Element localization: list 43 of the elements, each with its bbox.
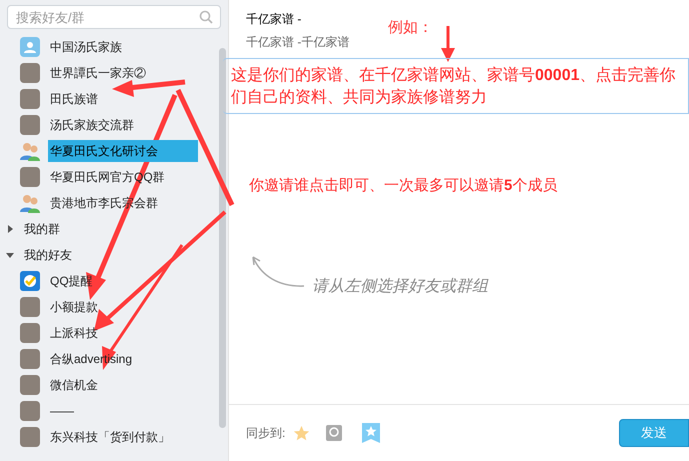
avatar-photo-placeholder [20,374,40,394]
contact-item[interactable]: 汤氏家族交流群 [48,114,136,136]
avatar-photo-placeholder [20,88,40,108]
contact-item[interactable]: 中国汤氏家族 [48,36,124,58]
avatar-photo-placeholder [20,322,40,342]
group-avatar-icon [20,36,40,56]
avatar-photo-placeholder [20,426,40,446]
empty-hint: 请从左侧选择好友或群组 [312,275,488,297]
search-icon [199,10,213,24]
star-icon[interactable] [293,424,310,442]
annotation-label: 例如： [388,18,433,38]
contact-item[interactable]: 田氏族谱 [48,88,100,110]
avatar-photo-placeholder [20,400,40,420]
expand-arrow-icon[interactable] [6,224,14,232]
contact-item[interactable]: 华夏田氏文化研讨会 [48,140,198,162]
people-icon [20,192,40,212]
annotation-text: 这是你们的家谱、在千亿家谱网站、家谱号00001、点击完善你们自己的资料、共同为家族修谱努力 [231,65,676,108]
people-icon [20,140,40,160]
avatar-photo-placeholder [20,62,40,82]
section-header[interactable]: 我的好友 [24,246,72,264]
share-title: 千亿家谱 - [246,11,302,28]
contact-item[interactable]: 东兴科技「货到付款」 [48,426,172,448]
camera-app-icon[interactable] [326,425,342,441]
message-input[interactable]: 这是你们的家谱、在千亿家谱网站、家谱号00001、点击完善你们自己的资料、共同为家族修谱努力 [223,58,689,114]
avatar-photo-placeholder [20,296,40,316]
scrollbar[interactable] [219,48,226,428]
sync-label: 同步到: [246,425,286,442]
bookmark-star-icon[interactable] [362,423,380,443]
search-field[interactable]: 搜索好友/群 [7,5,221,29]
check-badge-icon [20,270,40,290]
contact-item[interactable]: 小额提款 [48,296,100,318]
collapse-arrow-icon[interactable] [6,250,14,258]
avatar-photo-placeholder [20,348,40,368]
section-header[interactable]: 我的群 [24,220,60,238]
contact-item[interactable]: —— [48,400,76,422]
contact-item[interactable]: 上派科技 [48,322,100,344]
annotation-arrow [441,26,455,62]
avatar-photo-placeholder [20,114,40,134]
share-subtitle: 千亿家谱 -千亿家谱 [246,34,350,51]
contact-item[interactable]: 微信机金 [48,374,100,396]
contact-item[interactable]: 世界譚氏一家亲② [48,62,148,84]
avatar-photo-placeholder [20,166,40,186]
annotation-text: 你邀请谁点击即可、一次最多可以邀请5个成员 [249,176,558,196]
